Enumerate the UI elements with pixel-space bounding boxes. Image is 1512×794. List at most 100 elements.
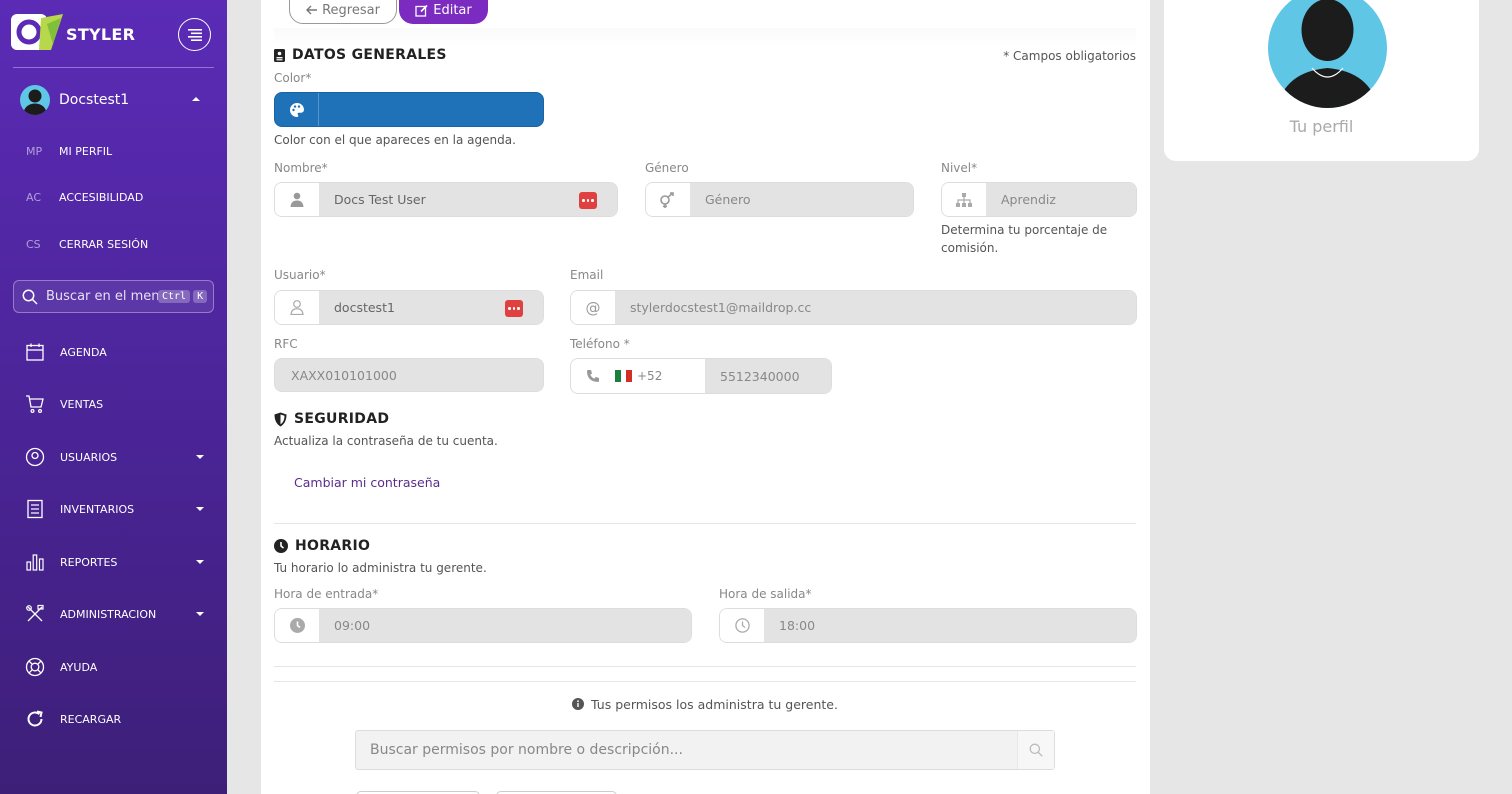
color-picker-field[interactable] bbox=[274, 92, 544, 127]
user-icon bbox=[275, 183, 319, 216]
search-icon bbox=[22, 289, 38, 305]
name-field[interactable]: Docs Test User bbox=[274, 182, 618, 217]
start-time-field[interactable]: 09:00 bbox=[274, 608, 692, 643]
lifebuoy-icon bbox=[24, 656, 46, 678]
permissions-note-text: Tus permisos los administra tu gerente. bbox=[591, 697, 838, 712]
section-title-general: DATOS GENERALES bbox=[274, 47, 447, 63]
nav-label: AGENDA bbox=[60, 345, 107, 359]
shortcut-key-ctrl: Ctrl bbox=[158, 290, 191, 303]
change-password-link[interactable]: Cambiar mi contraseña bbox=[294, 475, 440, 490]
nav-label: AYUDA bbox=[60, 660, 98, 674]
styler-logo[interactable] bbox=[11, 14, 63, 50]
tools-icon bbox=[24, 603, 46, 625]
id-card-icon bbox=[274, 48, 285, 62]
section-title-security: SEGURIDAD bbox=[274, 411, 389, 427]
nav-label: USUARIOS bbox=[60, 450, 118, 464]
sidebar-item-administracion[interactable]: ADMINISTRACION bbox=[24, 602, 204, 626]
password-manager-icon[interactable] bbox=[505, 300, 523, 317]
sub-item-label: CERRAR SESIÓN bbox=[59, 238, 149, 251]
sidebar-item-agenda[interactable]: AGENDA bbox=[24, 340, 204, 364]
country-code: +52 bbox=[637, 369, 663, 383]
sidebar-item-ventas[interactable]: VENTAS bbox=[24, 392, 204, 416]
section-title-schedule: HORARIO bbox=[274, 538, 370, 554]
start-time-value: 09:00 bbox=[319, 609, 691, 642]
name-text: Docs Test User bbox=[334, 192, 426, 207]
sidebar-search-input[interactable]: Buscar en el menú... Ctrl K bbox=[13, 280, 214, 313]
email-value: stylerdocstest1@maildrop.cc bbox=[615, 291, 1136, 324]
clock-outline-icon bbox=[720, 609, 764, 642]
sidebar-item-cerrar-sesion[interactable]: CS CERRAR SESIÓN bbox=[26, 238, 148, 251]
arrow-left-icon bbox=[306, 5, 318, 15]
gender-label: Género bbox=[645, 161, 689, 175]
section-divider bbox=[274, 666, 1136, 667]
sidebar-item-usuarios[interactable]: USUARIOS bbox=[24, 445, 204, 469]
permissions-note: Tus permisos los administra tu gerente. bbox=[0, 697, 1410, 712]
end-time-value: 18:00 bbox=[764, 609, 1136, 642]
nav-label: VENTAS bbox=[60, 397, 104, 411]
sidebar-item-accesibilidad[interactable]: AC ACCESIBILIDAD bbox=[26, 191, 143, 204]
caret-down-icon bbox=[196, 612, 204, 616]
section-title-text: SEGURIDAD bbox=[294, 411, 390, 427]
username-field[interactable]: docstest1 bbox=[274, 290, 544, 325]
nav-label: INVENTARIOS bbox=[60, 502, 135, 516]
user-circle-icon bbox=[24, 446, 46, 468]
edit-icon bbox=[415, 4, 428, 17]
shortcut-key-k: K bbox=[193, 290, 208, 303]
sub-item-abbr: CS bbox=[26, 238, 41, 251]
email-label: Email bbox=[570, 268, 604, 282]
brand-name: STYLER bbox=[66, 25, 136, 44]
section-title-text: HORARIO bbox=[295, 538, 371, 554]
caret-up-icon bbox=[192, 97, 200, 101]
sub-item-abbr: AC bbox=[26, 191, 42, 204]
toolbar-shade bbox=[274, 28, 1136, 46]
password-manager-icon[interactable] bbox=[579, 192, 597, 209]
level-field[interactable]: Aprendiz bbox=[941, 182, 1137, 217]
gender-value: Género bbox=[690, 183, 913, 216]
email-field[interactable]: @ stylerdocstest1@maildrop.cc bbox=[570, 290, 1137, 325]
user-name: Docstest1 bbox=[59, 92, 130, 108]
color-help-text: Color con el que apareces en la agenda. bbox=[274, 133, 516, 147]
permissions-search-button[interactable] bbox=[1017, 731, 1054, 769]
sidebar-item-mi-perfil[interactable]: MP MI PERFIL bbox=[26, 145, 112, 158]
menu-lines-icon bbox=[187, 28, 202, 41]
caret-down-icon bbox=[196, 507, 204, 511]
sidebar-item-inventarios[interactable]: INVENTARIOS bbox=[24, 497, 204, 521]
nav-label: ADMINISTRACION bbox=[60, 607, 157, 621]
clock-icon bbox=[274, 539, 288, 553]
rfc-label: RFC bbox=[274, 337, 298, 351]
phone-field[interactable]: +52 5512340000 bbox=[570, 358, 832, 394]
nav-label: RECARGAR bbox=[60, 712, 122, 726]
section-title-text: DATOS GENERALES bbox=[292, 47, 447, 63]
edit-button[interactable]: Editar bbox=[399, 0, 488, 24]
level-label: Nivel* bbox=[941, 161, 978, 175]
country-code-select[interactable]: +52 bbox=[615, 359, 705, 393]
name-label: Nombre* bbox=[274, 161, 328, 175]
sub-item-label: ACCESIBILIDAD bbox=[59, 191, 144, 204]
section-divider bbox=[274, 523, 1136, 524]
phone-value: 5512340000 bbox=[705, 359, 831, 393]
cart-icon bbox=[24, 393, 46, 415]
section-divider bbox=[274, 681, 1136, 682]
sidebar: STYLER Docstest1 MP MI PERFIL AC ACCESIB… bbox=[0, 0, 227, 794]
schedule-subtitle: Tu horario lo administra tu gerente. bbox=[274, 561, 487, 575]
phone-icon bbox=[571, 359, 615, 393]
sidebar-item-reportes[interactable]: REPORTES bbox=[24, 550, 204, 574]
security-subtitle: Actualiza la contraseña de tu cuenta. bbox=[274, 434, 498, 448]
rfc-field[interactable]: XAXX010101000 bbox=[274, 358, 544, 392]
menu-toggle-button[interactable] bbox=[178, 18, 211, 51]
search-icon bbox=[1029, 743, 1043, 757]
permissions-search-input[interactable]: Buscar permisos por nombre o descripción… bbox=[355, 730, 1055, 770]
back-button[interactable]: Regresar bbox=[289, 0, 397, 24]
phone-label: Teléfono * bbox=[570, 337, 630, 351]
permissions-search-placeholder: Buscar permisos por nombre o descripción… bbox=[370, 742, 683, 758]
end-time-label: Hora de salida* bbox=[719, 587, 812, 601]
palette-icon bbox=[275, 93, 319, 126]
sidebar-item-ayuda[interactable]: AYUDA bbox=[24, 655, 204, 679]
sidebar-user-toggle[interactable]: Docstest1 bbox=[20, 85, 210, 115]
edit-button-label: Editar bbox=[433, 2, 472, 18]
profile-label: Tu perfil bbox=[1289, 117, 1354, 136]
info-icon bbox=[572, 698, 585, 710]
sidebar-divider bbox=[13, 67, 214, 68]
end-time-field[interactable]: 18:00 bbox=[719, 608, 1137, 643]
gender-select[interactable]: Género bbox=[645, 182, 914, 217]
